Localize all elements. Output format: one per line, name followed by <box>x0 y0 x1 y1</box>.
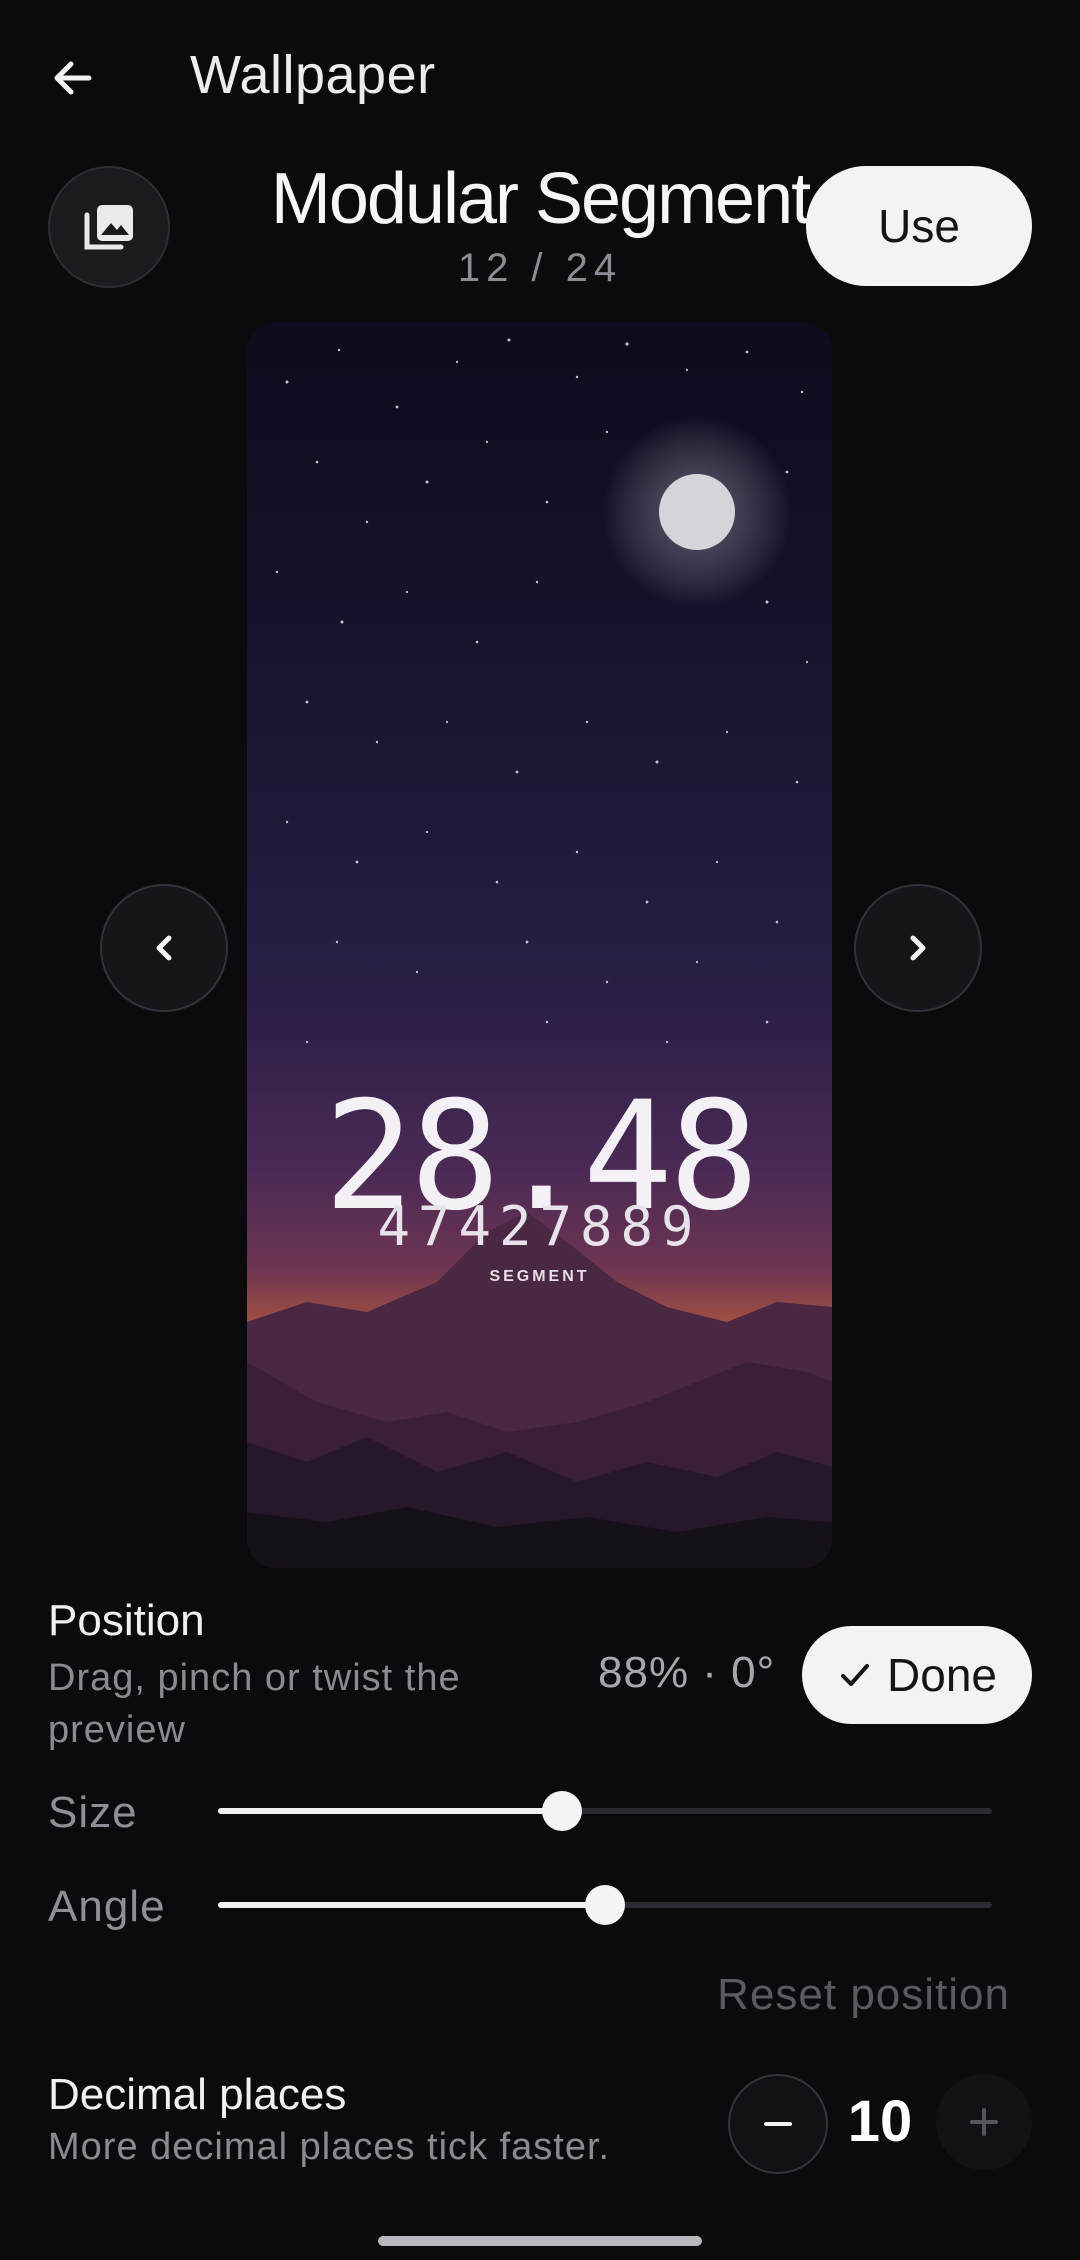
decrease-button[interactable] <box>728 2074 828 2174</box>
reset-position-button[interactable]: Reset position <box>717 1970 1010 2020</box>
page-title: Wallpaper <box>190 45 436 105</box>
plus-icon <box>970 2108 998 2136</box>
clock-label: SEGMENT <box>489 1268 590 1285</box>
increase-button[interactable] <box>936 2074 1032 2170</box>
angle-slider-thumb[interactable] <box>585 1885 625 1925</box>
check-icon <box>841 1664 870 1686</box>
angle-slider[interactable] <box>218 1885 992 1925</box>
done-label: Done <box>887 1649 997 1701</box>
position-hint: Drag, pinch or twist the preview <box>48 1657 461 1751</box>
size-slider-fill <box>218 1808 563 1814</box>
angle-slider-fill <box>218 1902 605 1908</box>
minus-icon <box>764 2122 792 2126</box>
gesture-navigation-bar[interactable] <box>378 2236 702 2246</box>
chevron-right-icon <box>910 935 926 961</box>
chevron-left-icon <box>156 935 172 961</box>
next-wallpaper-button[interactable] <box>854 884 982 1012</box>
size-slider[interactable] <box>218 1791 992 1831</box>
position-readout: 88% · 0° <box>598 1648 776 1697</box>
decimal-places-title: Decimal places <box>48 2070 347 2119</box>
decimal-places-hint: More decimal places tick faster. <box>48 2126 611 2168</box>
position-title: Position <box>48 1596 205 1645</box>
angle-label: Angle <box>48 1882 166 1931</box>
back-button[interactable] <box>28 38 118 118</box>
done-button[interactable]: Done <box>802 1626 1032 1724</box>
clock-digits: 47427889 <box>377 1195 702 1258</box>
night-sky-scene <box>247 322 832 1568</box>
decimal-places-value: 10 <box>847 2089 913 2154</box>
size-label: Size <box>48 1788 138 1837</box>
wallpaper-preview[interactable]: 28.48 47427889 SEGMENT <box>247 322 832 1568</box>
use-button[interactable]: Use <box>806 166 1032 286</box>
arrow-left-icon <box>54 61 92 95</box>
size-slider-thumb[interactable] <box>542 1791 583 1831</box>
previous-wallpaper-button[interactable] <box>100 884 228 1012</box>
